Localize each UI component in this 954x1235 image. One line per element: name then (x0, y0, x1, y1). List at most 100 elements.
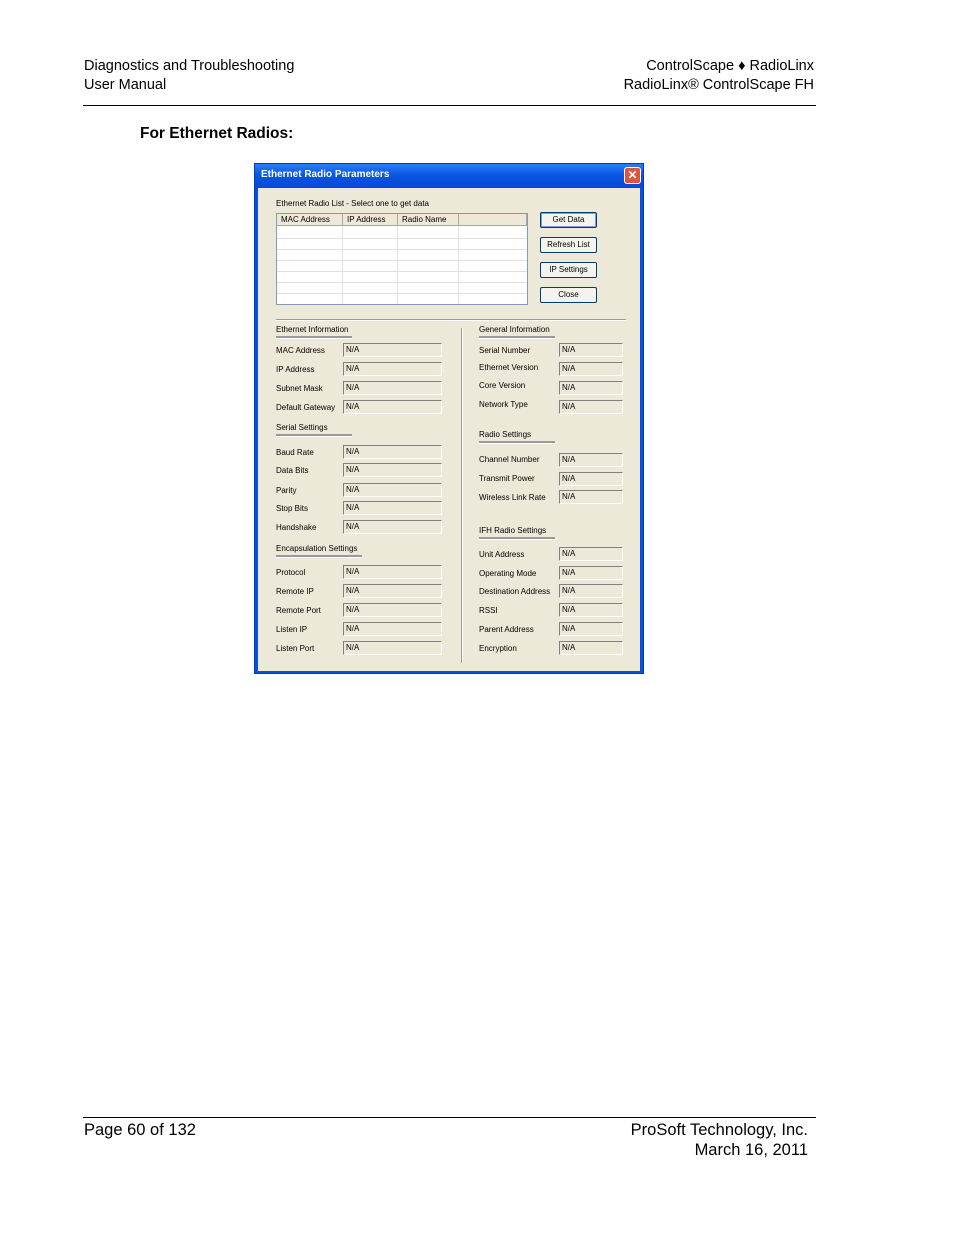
list-col-line (397, 226, 398, 304)
header-right-line2: RadioLinx® ControlScape FH (623, 77, 814, 93)
field-wireless-link-rate: N/A (559, 490, 623, 504)
list-row-line (277, 238, 527, 239)
field-handshake: N/A (343, 520, 442, 534)
list-col-line (458, 226, 459, 304)
group-ifh-radio-settings: IFH Radio Settings (479, 526, 547, 535)
label-channel-number: Channel Number (479, 455, 540, 464)
list-row-line (277, 271, 527, 272)
label-rssi: RSSI (479, 606, 498, 615)
label-baud-rate: Baud Rate (276, 448, 314, 457)
footer-company: ProSoft Technology, Inc. (630, 1121, 808, 1139)
header-left-line2: User Manual (84, 77, 167, 93)
group-serial-settings: Serial Settings (276, 423, 328, 432)
get-data-button[interactable]: Get Data (540, 212, 597, 228)
label-core-version: Core Version (479, 381, 526, 390)
dialog-title-bar[interactable]: Ethernet Radio Parameters ✕ (255, 164, 643, 188)
refresh-list-button[interactable]: Refresh List (540, 237, 597, 253)
column-header-ip[interactable]: IP Address (343, 214, 398, 226)
field-protocol: N/A (343, 565, 442, 579)
column-header-mac[interactable]: MAC Address (277, 214, 343, 226)
label-encryption: Encryption (479, 644, 517, 653)
footer-rule (83, 1117, 816, 1118)
label-parent-address: Parent Address (479, 625, 534, 634)
label-ethernet-version: Ethernet Version (479, 363, 539, 372)
field-core-version: N/A (559, 381, 623, 395)
section-heading: For Ethernet Radios: (140, 125, 294, 142)
header-left-line1: Diagnostics and Troubleshooting (84, 58, 295, 74)
group-general-information: General Information (479, 325, 550, 334)
field-serial-number: N/A (559, 343, 623, 357)
label-data-bits: Data Bits (276, 466, 309, 475)
field-remote-ip: N/A (343, 584, 442, 598)
label-mac-address: MAC Address (276, 346, 325, 355)
group-underline (479, 441, 555, 444)
label-default-gateway: Default Gateway (276, 403, 336, 412)
field-operating-mode: N/A (559, 566, 623, 580)
list-row-line (277, 293, 527, 294)
field-channel-number: N/A (559, 453, 623, 467)
ethernet-radio-parameters-dialog: Ethernet Radio Parameters ✕ Ethernet Rad… (254, 163, 644, 674)
close-button[interactable]: Close (540, 287, 597, 303)
group-underline (479, 336, 555, 339)
field-destination-address: N/A (559, 584, 623, 598)
label-destination-address: Destination Address (479, 587, 551, 596)
label-wireless-link-rate: Wireless Link Rate (479, 493, 546, 502)
field-data-bits: N/A (343, 463, 442, 477)
list-row-line (277, 260, 527, 261)
group-underline (479, 537, 555, 540)
field-transmit-power: N/A (559, 472, 623, 486)
label-transmit-power: Transmit Power (479, 474, 535, 483)
ip-settings-button[interactable]: IP Settings (540, 262, 597, 278)
label-network-type: Network Type (479, 400, 528, 409)
field-baud-rate: N/A (343, 445, 442, 459)
header-rule (83, 105, 816, 106)
list-row-line (277, 282, 527, 283)
label-parity: Parity (276, 486, 297, 495)
group-ethernet-information: Ethernet Information (276, 325, 349, 334)
field-unit-address: N/A (559, 547, 623, 561)
field-parent-address: N/A (559, 622, 623, 636)
column-header-empty[interactable] (459, 214, 527, 226)
group-underline (276, 336, 352, 339)
label-subnet-mask: Subnet Mask (276, 384, 323, 393)
field-remote-port: N/A (343, 603, 442, 617)
group-underline (276, 434, 352, 437)
field-stop-bits: N/A (343, 501, 442, 515)
field-listen-port: N/A (343, 641, 442, 655)
group-radio-settings: Radio Settings (479, 430, 532, 439)
section-separator (276, 319, 626, 321)
label-listen-ip: Listen IP (276, 625, 308, 634)
label-listen-port: Listen Port (276, 644, 315, 653)
column-header-radio-name[interactable]: Radio Name (398, 214, 459, 226)
field-rssi: N/A (559, 603, 623, 617)
label-ip-address: IP Address (276, 365, 315, 374)
dialog-client-area: Ethernet Radio List - Select one to get … (258, 188, 640, 671)
column-divider (461, 328, 463, 663)
label-protocol: Protocol (276, 568, 306, 577)
field-subnet-mask: N/A (343, 381, 442, 395)
label-operating-mode: Operating Mode (479, 569, 537, 578)
label-handshake: Handshake (276, 523, 317, 532)
label-stop-bits: Stop Bits (276, 504, 309, 513)
label-unit-address: Unit Address (479, 550, 525, 559)
field-mac-address: N/A (343, 343, 442, 357)
close-icon[interactable]: ✕ (624, 167, 641, 184)
radio-list[interactable]: MAC Address IP Address Radio Name (276, 213, 528, 305)
list-col-line (342, 226, 343, 304)
field-network-type: N/A (559, 400, 623, 414)
label-serial-number: Serial Number (479, 346, 531, 355)
radio-list-label: Ethernet Radio List - Select one to get … (276, 199, 429, 208)
field-encryption: N/A (559, 641, 623, 655)
footer-date: March 16, 2011 (694, 1141, 808, 1159)
label-remote-port: Remote Port (276, 606, 321, 615)
header-right-line1: ControlScape ♦ RadioLinx (646, 58, 814, 74)
dialog-title: Ethernet Radio Parameters (261, 169, 390, 180)
field-parity: N/A (343, 483, 442, 497)
label-remote-ip: Remote IP (276, 587, 314, 596)
field-ethernet-version: N/A (559, 362, 623, 376)
field-listen-ip: N/A (343, 622, 442, 636)
field-ip-address: N/A (343, 362, 442, 376)
group-encapsulation-settings: Encapsulation Settings (276, 544, 358, 553)
field-default-gateway: N/A (343, 400, 442, 414)
footer-page-number: Page 60 of 132 (84, 1121, 196, 1139)
